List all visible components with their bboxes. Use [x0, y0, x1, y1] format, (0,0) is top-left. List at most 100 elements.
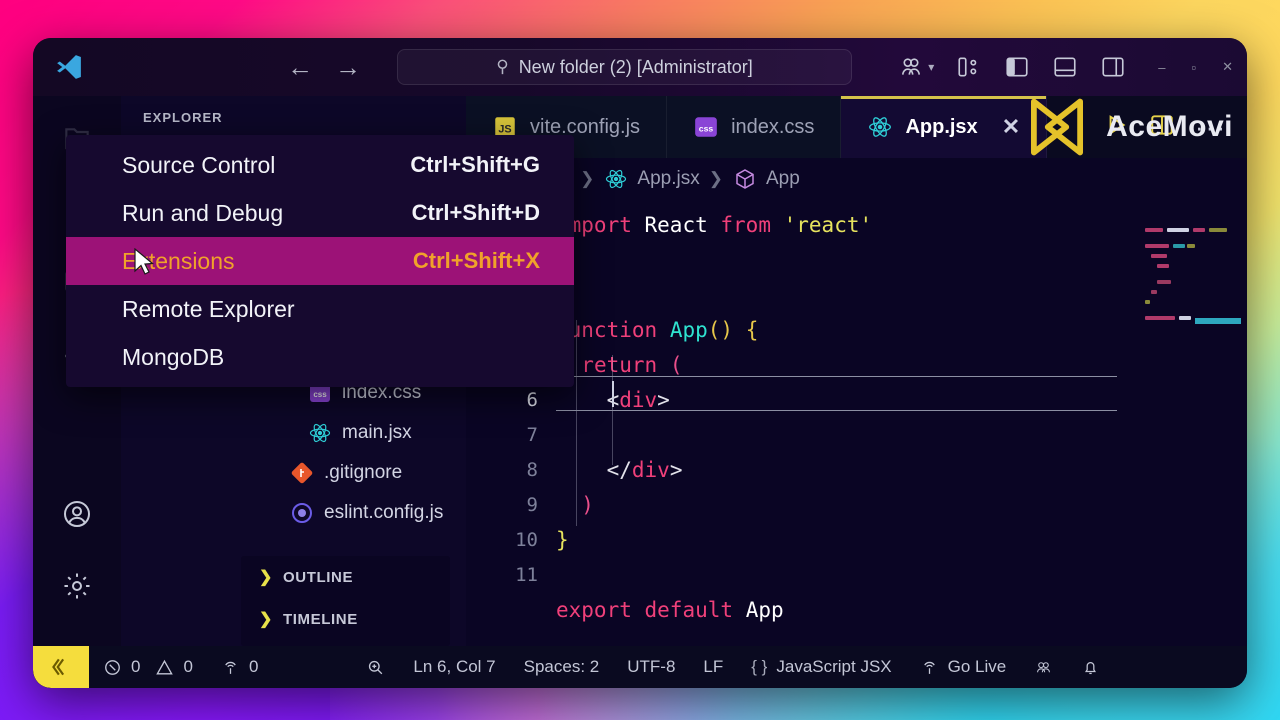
tab-index-css[interactable]: css index.css — [667, 96, 842, 158]
close-button[interactable]: ✕ — [1222, 59, 1233, 75]
tree-item-main-jsx[interactable]: main.jsx — [121, 413, 466, 453]
warning-count: 0 — [183, 657, 193, 676]
zoom-icon[interactable] — [352, 658, 399, 677]
cursor-position-status[interactable]: Ln 6, Col 7 — [399, 657, 509, 677]
menu-item-label: Source Control — [122, 151, 276, 178]
sidebar-sections: ❯ OUTLINE ❯ TIMELINE — [241, 556, 450, 646]
editor-group: JS vite.config.js css index.css App.jsx … — [466, 96, 1247, 646]
search-icon: ⚲ — [496, 57, 509, 76]
menu-item-remote-explorer[interactable]: Remote Explorer — [66, 285, 574, 333]
text-caret — [612, 381, 614, 407]
code-content[interactable]: import React from 'react' function App()… — [556, 200, 1127, 646]
braces-icon: { } — [751, 657, 768, 676]
sidebar-section-timeline[interactable]: ❯ TIMELINE — [241, 598, 450, 640]
live-share-status-icon[interactable] — [1020, 658, 1067, 677]
nav-back-button[interactable]: ← — [287, 54, 313, 80]
accounts-icon[interactable] — [33, 478, 121, 550]
tree-item-label: main.jsx — [342, 422, 412, 443]
menu-item-run-and-debug[interactable]: Run and Debug Ctrl+Shift+D — [66, 189, 574, 237]
line-number: 11 — [515, 564, 538, 586]
tree-item-label: eslint.config.js — [324, 502, 444, 523]
svg-text:css: css — [313, 390, 327, 399]
code-line-1: import React from 'react' — [556, 213, 873, 237]
line-number: 6 — [526, 389, 538, 411]
remote-window-icon[interactable] — [33, 646, 89, 688]
chevron-right-icon: ❯ — [259, 569, 274, 586]
window-controls[interactable]: – ▫ ✕ — [1158, 59, 1233, 75]
menu-item-shortcut: Ctrl+Shift+X — [412, 248, 540, 273]
minimap[interactable] — [1127, 200, 1247, 646]
symbol-cube-icon — [732, 166, 758, 192]
eol-status[interactable]: LF — [689, 657, 737, 677]
breadcrumb-label: App — [765, 168, 800, 189]
split-editor-icon[interactable] — [1149, 112, 1175, 143]
code-line-8: </div> — [606, 458, 683, 482]
go-live-label: Go Live — [947, 657, 1007, 676]
active-line-highlight — [556, 376, 1117, 411]
indent-guide — [576, 320, 577, 526]
menu-item-shortcut: Ctrl+Shift+G — [410, 152, 540, 177]
code-editor[interactable]: 1 2 3 4 5 6 7 8 9 10 11 im — [466, 200, 1247, 646]
encoding-status[interactable]: UTF-8 — [613, 657, 689, 677]
toggle-secondary-sidebar-icon[interactable] — [1100, 54, 1126, 80]
react-icon — [307, 420, 333, 446]
editor-tab-bar: JS vite.config.js css index.css App.jsx … — [466, 96, 1247, 158]
line-number: 7 — [526, 424, 538, 446]
bell-icon[interactable] — [1067, 658, 1114, 677]
breadcrumb-item-app-jsx[interactable]: App.jsx — [603, 166, 700, 192]
menu-item-mongodb[interactable]: MongoDB — [66, 333, 574, 381]
run-play-icon[interactable] — [1103, 112, 1129, 143]
vscode-logo-icon — [41, 52, 97, 82]
svg-text:JS: JS — [498, 123, 511, 135]
sidebar-section-label: OUTLINE — [283, 568, 354, 586]
minimap-scrollbar[interactable] — [1195, 318, 1241, 324]
problems-status[interactable]: 0 0 — [89, 657, 207, 677]
mouse-cursor-icon — [134, 248, 155, 275]
breadcrumb[interactable]: lala ❯ src ❯ App.jsx ❯ — [466, 158, 1247, 200]
toggle-primary-sidebar-icon[interactable] — [1004, 54, 1030, 80]
menu-item-label: Remote Explorer — [122, 295, 295, 322]
menu-item-label: Extensions — [122, 247, 235, 274]
manage-gear-icon[interactable] — [33, 550, 121, 622]
close-icon[interactable]: ✕ — [1002, 114, 1020, 140]
breadcrumb-label: App.jsx — [637, 168, 700, 189]
tab-label: index.css — [731, 115, 815, 138]
ports-count: 0 — [248, 657, 259, 676]
command-center-text: New folder (2) [Administrator] — [518, 56, 753, 77]
explorer-title: EXPLORER — [143, 110, 223, 125]
git-icon — [289, 460, 315, 486]
live-share-icon[interactable]: ▾ — [898, 54, 934, 80]
customize-layout-icon[interactable] — [956, 54, 982, 80]
command-center-search[interactable]: ⚲ New folder (2) [Administrator] — [397, 49, 852, 85]
indentation-status[interactable]: Spaces: 2 — [510, 657, 614, 677]
tab-app-jsx[interactable]: App.jsx ✕ — [841, 96, 1048, 158]
menu-item-source-control[interactable]: Source Control Ctrl+Shift+G — [66, 141, 574, 189]
chevron-down-icon: ▾ — [928, 60, 935, 74]
code-line-9: ) — [581, 493, 594, 517]
eslint-icon — [289, 500, 315, 526]
tree-item-eslint-config[interactable]: eslint.config.js — [121, 493, 466, 533]
error-count: 0 — [131, 657, 141, 676]
line-number: 9 — [526, 494, 538, 516]
tree-item-gitignore[interactable]: .gitignore — [121, 453, 466, 493]
ports-status[interactable]: 0 — [207, 657, 272, 677]
breadcrumb-item-app-symbol[interactable]: App — [732, 166, 800, 192]
menu-item-shortcut: Ctrl+Shift+D — [411, 200, 540, 225]
svg-text:css: css — [699, 123, 714, 133]
menu-item-label: MongoDB — [122, 343, 225, 370]
more-actions-icon[interactable]: ··· — [1195, 113, 1227, 140]
navigation-arrows[interactable]: ← → — [287, 54, 361, 80]
minimize-button[interactable]: – — [1158, 60, 1165, 75]
language-mode-status[interactable]: { } JavaScript JSX — [737, 657, 905, 677]
menu-item-label: Run and Debug — [122, 199, 284, 226]
maximize-button[interactable]: ▫ — [1191, 60, 1196, 75]
sidebar-section-label: TIMELINE — [283, 610, 358, 628]
sidebar-section-outline[interactable]: ❯ OUTLINE — [241, 556, 450, 598]
react-icon — [867, 114, 893, 140]
go-live-status[interactable]: Go Live — [906, 657, 1021, 677]
toggle-panel-icon[interactable] — [1052, 54, 1078, 80]
nav-forward-button[interactable]: → — [335, 54, 361, 80]
